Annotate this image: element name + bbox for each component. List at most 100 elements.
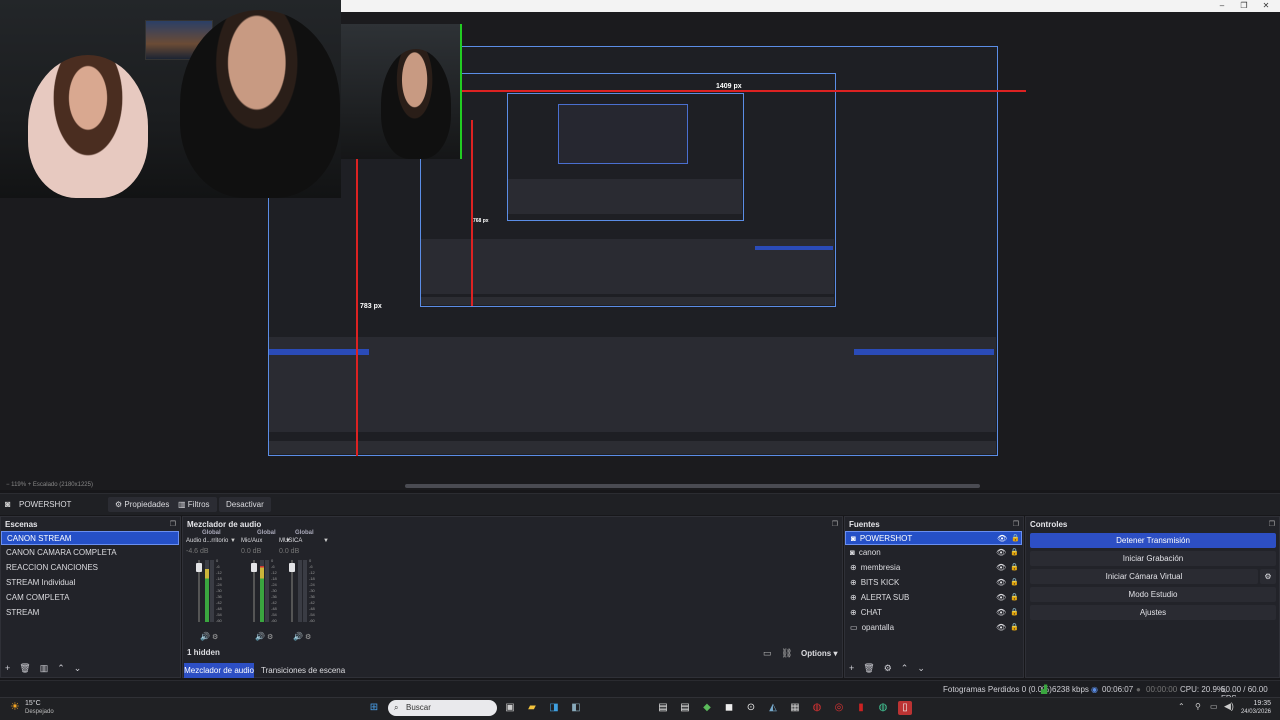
lock-icon[interactable]: 🔒 <box>1011 532 1020 546</box>
chevron-down-icon[interactable]: ▼ <box>323 538 329 544</box>
visibility-icon[interactable]: 👁 <box>996 576 1006 590</box>
volume-fader-handle[interactable] <box>251 563 257 572</box>
windows-start-icon[interactable]: ⊞ <box>367 701 381 715</box>
app-icon[interactable]: ◧ <box>569 701 583 715</box>
obs-icon[interactable]: ◎ <box>832 701 846 715</box>
properties-button[interactable]: ⚙ Propiedades <box>108 497 177 512</box>
clock-date[interactable]: 24/03/2026 <box>1237 709 1271 715</box>
mixer-channel-name[interactable]: Audio d...rritorio <box>186 538 228 544</box>
source-item[interactable]: ◙ POWERSHOT 👁 🔒 <box>845 531 1022 545</box>
tray-app-icon[interactable]: ⚲ <box>1195 702 1201 711</box>
settings-button[interactable]: Ajustes <box>1030 605 1276 620</box>
gear-icon[interactable]: ⚙ <box>884 663 892 674</box>
speaker-icon[interactable]: 🔊 <box>255 632 265 641</box>
arrow-down-icon[interactable]: ⌄ <box>74 663 82 674</box>
source-item[interactable]: ⊕ BITS KICK 👁 🔒 <box>845 576 1022 590</box>
filters-button[interactable]: ▥ Filtros <box>171 497 217 512</box>
scene-item[interactable]: CANON CAMARA COMPLETA <box>1 546 179 560</box>
arrow-up-icon[interactable]: ⌃ <box>901 663 909 674</box>
deactivate-button[interactable]: Desactivar <box>219 497 271 512</box>
speaker-muted-icon[interactable]: 🔊 <box>293 632 303 641</box>
start-virtual-camera-button[interactable]: Iniciar Cámara Virtual <box>1030 569 1258 584</box>
capture-icon[interactable]: ⊙ <box>744 701 758 715</box>
scene-item[interactable]: CANON STREAM <box>1 531 179 545</box>
mixer-channel-name[interactable]: Mic/Aux <box>241 538 262 544</box>
document-icon[interactable]: ▤ <box>678 701 692 715</box>
volume-icon[interactable]: ◀) <box>1224 701 1234 712</box>
source-item[interactable]: ⊕ CHAT 👁 🔒 <box>845 606 1022 620</box>
tray-chevron-icon[interactable]: ⌃ <box>1178 702 1185 711</box>
app-icon-active[interactable]: ▯ <box>898 701 912 715</box>
source-item[interactable]: ▭ opantalla 👁 🔒 <box>845 621 1022 635</box>
virtual-camera-settings-button[interactable]: ⚙ <box>1260 569 1276 584</box>
webcam-copy <box>341 24 460 159</box>
trash-icon[interactable]: 🗑 <box>19 663 30 674</box>
visibility-icon[interactable]: 👁 <box>997 532 1007 546</box>
app-icon[interactable]: ▦ <box>788 701 802 715</box>
task-view-icon[interactable]: ▣ <box>503 701 517 715</box>
lock-icon[interactable]: 🔒 <box>1010 576 1019 590</box>
app-icon[interactable]: ▮ <box>854 701 868 715</box>
start-recording-button[interactable]: Iniciar Grabación <box>1030 551 1276 566</box>
stop-stream-button[interactable]: Detener Transmisión <box>1030 533 1276 548</box>
document-icon[interactable]: ▤ <box>656 701 670 715</box>
gear-icon[interactable]: ⚙ <box>212 633 218 641</box>
tab-scene-transitions[interactable]: Transiciones de escena <box>261 663 345 678</box>
volume-fader-handle[interactable] <box>196 563 202 572</box>
float-icon[interactable]: ❐ <box>1269 520 1275 528</box>
speaker-icon[interactable]: 🔊 <box>200 632 210 641</box>
gear-icon[interactable]: ⚙ <box>267 633 273 641</box>
source-item[interactable]: ⊕ membresia 👁 🔒 <box>845 561 1022 575</box>
clock-time[interactable]: 19:35 <box>1243 700 1271 707</box>
maximize-button[interactable]: ❐ <box>1233 0 1255 12</box>
visibility-icon[interactable]: 👁 <box>996 546 1006 560</box>
volume-fader-handle[interactable] <box>289 563 295 572</box>
visibility-icon[interactable]: 👁 <box>996 591 1006 605</box>
taskbar-search[interactable]: ⌕ Buscar <box>388 700 497 716</box>
app-icon[interactable]: ◭ <box>766 701 780 715</box>
layout-icon[interactable]: ▭ <box>763 648 772 659</box>
lock-icon[interactable]: 🔒 <box>1010 606 1019 620</box>
scene-item[interactable]: STREAM Individual <box>1 576 179 590</box>
app-icon[interactable]: ◆ <box>700 701 714 715</box>
webcam-source[interactable] <box>0 0 341 198</box>
trash-icon[interactable]: 🗑 <box>863 663 874 674</box>
chevron-down-icon[interactable]: ▼ <box>230 538 236 544</box>
lock-icon[interactable]: 🔒 <box>1010 621 1019 635</box>
gear-icon[interactable]: ⚙ <box>305 633 311 641</box>
minimize-button[interactable]: – <box>1211 0 1233 12</box>
chrome-icon[interactable]: ◍ <box>810 701 824 715</box>
arrow-up-icon[interactable]: ⌃ <box>57 663 65 674</box>
options-button[interactable]: Options ▾ <box>801 649 837 658</box>
float-icon[interactable]: ❐ <box>170 520 176 528</box>
visibility-icon[interactable]: 👁 <box>996 606 1006 620</box>
add-icon[interactable]: + <box>5 663 10 673</box>
mixer-channel-name[interactable]: MUSICA <box>279 538 302 544</box>
lock-icon[interactable]: 🔒 <box>1010 561 1019 575</box>
chrome-icon[interactable]: ◍ <box>876 701 890 715</box>
arrow-down-icon[interactable]: ⌄ <box>917 663 925 674</box>
scene-item[interactable]: STREAM <box>1 606 179 620</box>
close-button[interactable]: ✕ <box>1255 0 1277 12</box>
scene-item[interactable]: REACCION CANCIONES <box>1 561 179 575</box>
lock-icon[interactable]: 🔒 <box>1010 591 1019 605</box>
lock-icon[interactable]: 🔒 <box>1010 546 1019 560</box>
file-explorer-icon[interactable]: ▰ <box>525 701 539 715</box>
preview-scrollbar[interactable] <box>405 484 980 488</box>
float-icon[interactable]: ❐ <box>832 520 838 528</box>
source-item[interactable]: ⊕ ALERTA SUB 👁 🔒 <box>845 591 1022 605</box>
filter-icon[interactable]: ▥ <box>40 663 49 674</box>
visibility-icon[interactable]: 👁 <box>996 561 1006 575</box>
studio-mode-button[interactable]: Modo Estudio <box>1030 587 1276 602</box>
app-icon[interactable]: ◼ <box>722 701 736 715</box>
store-icon[interactable]: ◨ <box>547 701 561 715</box>
source-item[interactable]: ◙ canon 👁 🔒 <box>845 546 1022 560</box>
float-icon[interactable]: ❐ <box>1013 520 1019 528</box>
tab-audio-mixer[interactable]: Mezclador de audio <box>184 663 254 678</box>
scene-item[interactable]: CAM COMPLETA <box>1 591 179 605</box>
controls-title: Controles <box>1030 520 1068 529</box>
visibility-icon[interactable]: 👁 <box>996 621 1006 635</box>
link-icon[interactable]: ⛓ <box>781 648 792 659</box>
add-icon[interactable]: + <box>849 663 854 673</box>
network-icon[interactable]: ▭ <box>1210 702 1218 711</box>
